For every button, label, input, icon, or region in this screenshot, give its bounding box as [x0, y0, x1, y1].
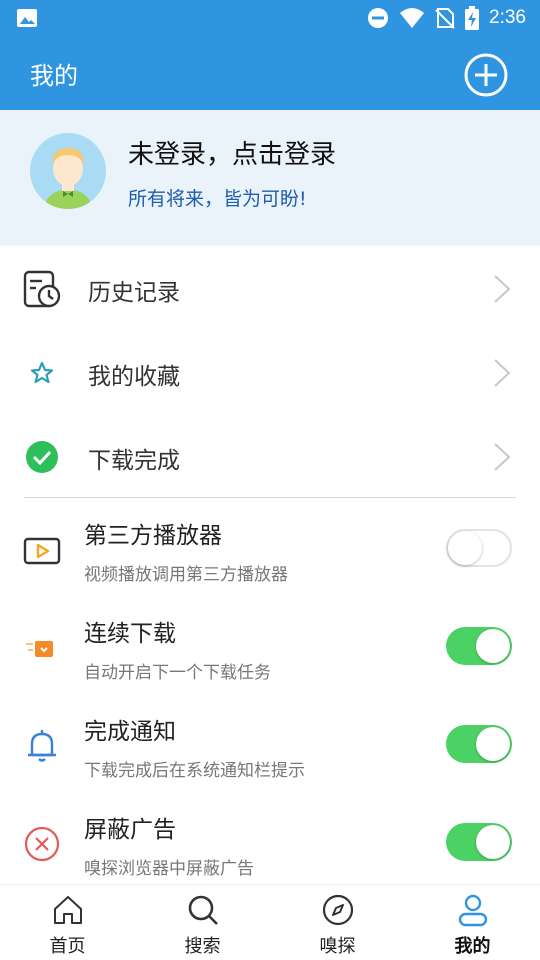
continuous-download-icon [26, 641, 53, 657]
nav-search[interactable]: 搜索 [135, 885, 270, 960]
setting-completion-notice: 完成通知 下载完成后在系统通知栏提示 [0, 696, 540, 794]
setting-title: 连续下载 [84, 621, 176, 647]
status-icons: 2:36 [367, 0, 526, 36]
profile-motto: 所有将来，皆为可盼! [128, 188, 307, 210]
avatar-illustration-icon [44, 148, 92, 209]
menu-item-history[interactable]: 历史记录 [0, 247, 540, 331]
compass-icon [322, 894, 353, 926]
nav-label: 嗅探 [319, 936, 356, 957]
setting-description: 嗅探浏览器中屏蔽广告 [84, 859, 254, 879]
menu-item-label: 历史记录 [88, 280, 180, 306]
nav-label: 搜索 [184, 936, 221, 957]
menu-item-favorites[interactable]: 我的收藏 [0, 331, 540, 415]
battery-charging-icon [465, 6, 480, 30]
nav-sniff[interactable]: 嗅探 [270, 885, 405, 960]
chevron-right-icon [494, 443, 511, 471]
page-title: 我的 [30, 62, 78, 90]
completion-notice-toggle[interactable] [446, 725, 512, 763]
user-icon [458, 894, 487, 927]
menu-item-label: 我的收藏 [88, 364, 180, 390]
toggle-knob [476, 629, 510, 663]
bottom-navigation: 首页 搜索 嗅探 我的 [0, 884, 540, 960]
avatar[interactable] [30, 133, 106, 209]
player-icon [23, 537, 61, 565]
check-circle-icon [26, 441, 58, 473]
menu-item-label: 下载完成 [88, 448, 180, 474]
search-icon [188, 895, 218, 925]
app-bar: 我的 [0, 36, 540, 110]
chevron-right-icon [494, 275, 511, 303]
menu-item-downloaded[interactable]: 下载完成 [0, 415, 540, 499]
nav-label: 首页 [49, 936, 86, 957]
profile-card[interactable]: 未登录，点击登录 所有将来，皆为可盼! [0, 110, 540, 246]
setting-third-party-player: 第三方播放器 视频播放调用第三方播放器 [0, 500, 540, 598]
block-ads-toggle[interactable] [446, 823, 512, 861]
toggle-knob [448, 531, 482, 565]
setting-title: 完成通知 [84, 719, 176, 745]
do-not-disturb-icon [368, 8, 389, 28]
no-sim-icon [435, 8, 455, 29]
gallery-icon [17, 9, 37, 27]
setting-description: 自动开启下一个下载任务 [84, 663, 271, 683]
setting-description: 下载完成后在系统通知栏提示 [84, 761, 305, 781]
toggle-knob [476, 825, 510, 859]
setting-title: 屏蔽广告 [84, 817, 176, 843]
setting-continuous-download: 连续下载 自动开启下一个下载任务 [0, 598, 540, 696]
star-icon [30, 361, 54, 384]
setting-block-ads: 屏蔽广告 嗅探浏览器中屏蔽广告 [0, 794, 540, 892]
continuous-download-toggle[interactable] [446, 627, 512, 665]
history-icon [23, 270, 61, 308]
block-ads-icon [24, 826, 60, 862]
plus-circle-icon[interactable] [464, 53, 508, 97]
chevron-right-icon [494, 359, 511, 387]
section-divider [24, 497, 516, 498]
third-party-player-toggle[interactable] [446, 529, 512, 567]
nav-label: 我的 [454, 936, 491, 957]
toggle-knob [476, 727, 510, 761]
clock-time: 2:36 [489, 7, 526, 28]
nav-home[interactable]: 首页 [0, 885, 135, 960]
bell-icon [28, 730, 56, 762]
setting-title: 第三方播放器 [84, 523, 222, 549]
home-icon [53, 896, 82, 924]
nav-mine[interactable]: 我的 [405, 885, 540, 960]
setting-description: 视频播放调用第三方播放器 [84, 565, 288, 585]
wifi-icon [400, 8, 425, 28]
status-bar: 2:36 [0, 0, 540, 36]
login-prompt[interactable]: 未登录，点击登录 [128, 134, 336, 171]
